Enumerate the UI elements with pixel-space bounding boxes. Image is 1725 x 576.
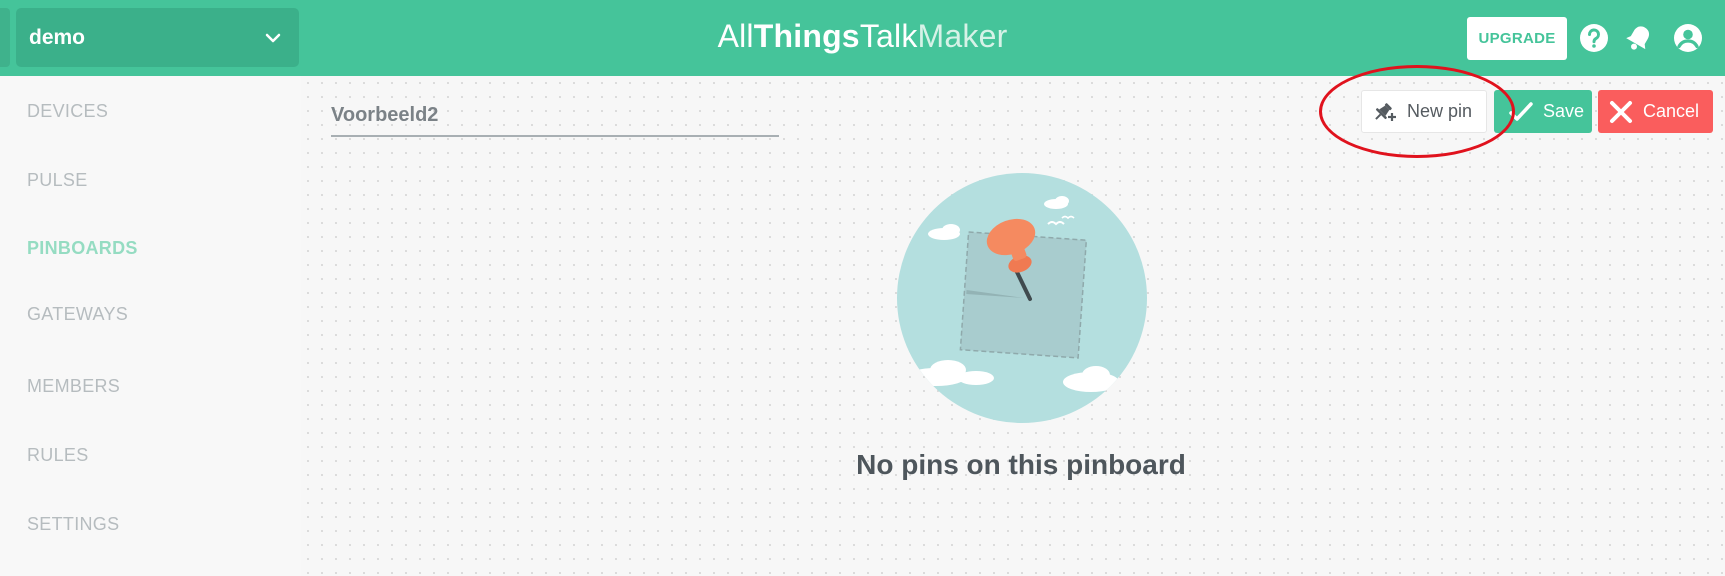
close-icon [1610,100,1632,123]
empty-state-message: No pins on this pinboard [856,449,1186,480]
sidebar-item-pulse[interactable]: PULSE [27,170,88,191]
account-icon[interactable] [1672,22,1704,54]
sidebar-item-rules[interactable]: RULES [27,445,89,466]
save-label: Save [1543,101,1585,121]
new-pin-button[interactable]: New pin [1361,90,1487,133]
sidebar-item-devices[interactable]: DEVICES [27,101,108,122]
notifications-bell-icon[interactable] [1623,22,1655,54]
new-pin-label: New pin [1407,101,1473,121]
sidebar-item-settings[interactable]: SETTINGS [27,514,119,535]
pinboard-canvas: New pin Save Cancel [301,65,1725,576]
save-button[interactable]: Save [1494,90,1592,133]
checkmark-icon [1509,101,1533,121]
pinboard-name-input[interactable] [331,96,779,137]
sidebar-nav: DEVICES PULSE PINBOARDS GATEWAYS MEMBERS… [0,76,301,576]
upgrade-button[interactable]: UPGRADE [1467,17,1567,60]
empty-pinboard-illustration [897,173,1147,423]
sidebar-item-gateways[interactable]: GATEWAYS [27,304,128,325]
help-icon[interactable] [1578,22,1610,54]
sidebar-item-members[interactable]: MEMBERS [27,376,120,397]
cancel-button[interactable]: Cancel [1598,90,1713,133]
sidebar-item-pinboards[interactable]: PINBOARDS [27,238,138,259]
top-bar: demo AllThingsTalkMaker UPGRADE [0,0,1725,76]
cancel-label: Cancel [1643,101,1700,121]
pin-add-icon [1375,102,1396,121]
